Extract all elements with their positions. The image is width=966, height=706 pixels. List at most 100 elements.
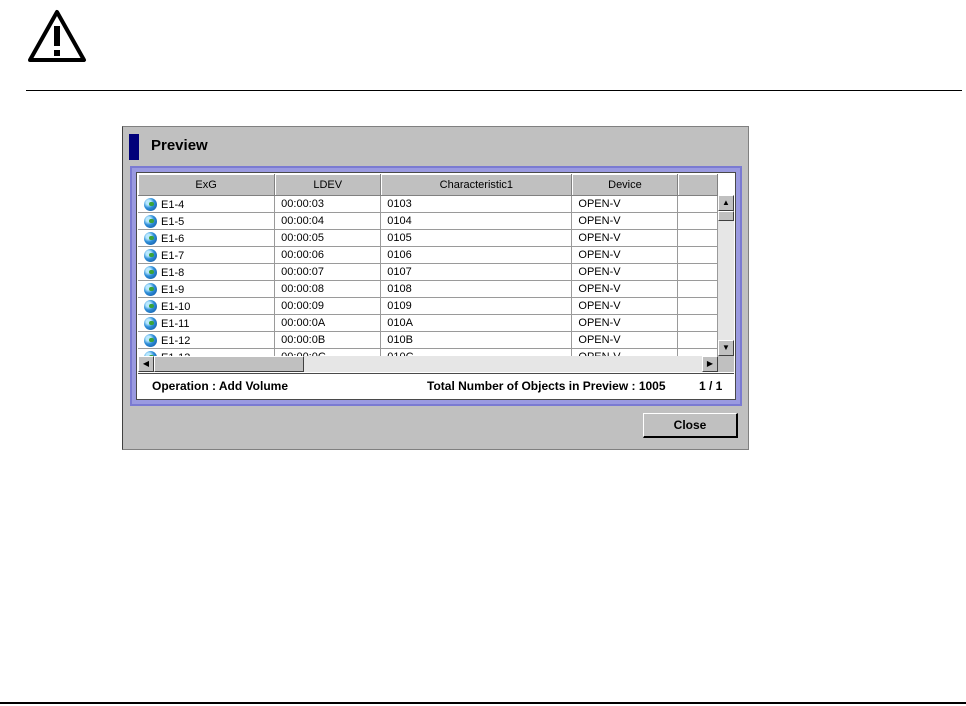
cell-device: OPEN-V [571, 331, 679, 349]
header-row: ExG LDEV Characteristic1 Device [138, 174, 718, 196]
table-row[interactable]: E1-9 00:00:08 0108 OPEN-V [138, 280, 718, 298]
globe-icon [144, 299, 157, 313]
column-header-characteristic1[interactable]: Characteristic1 [380, 174, 573, 196]
cell-exg: E1-7 [138, 246, 276, 264]
cell-characteristic1: 010A [380, 314, 573, 332]
exg-label: E1-8 [161, 266, 185, 279]
column-header-ldev[interactable]: LDEV [274, 174, 382, 196]
cell-device: OPEN-V [571, 348, 679, 356]
globe-icon [144, 265, 157, 279]
dialog-title: Preview [151, 137, 208, 154]
exg-label: E1-7 [161, 249, 185, 262]
cell-device: OPEN-V [571, 246, 679, 264]
top-rule [26, 90, 962, 91]
bottom-rule [0, 702, 966, 704]
cell-extra [677, 246, 718, 264]
exg-label: E1-4 [161, 198, 185, 211]
close-button[interactable]: Close [643, 413, 738, 438]
page-indicator: 1 / 1 [699, 379, 723, 393]
table-row[interactable]: E1-7 00:00:06 0106 OPEN-V [138, 246, 718, 264]
cell-characteristic1: 0106 [380, 246, 573, 264]
cell-device: OPEN-V [571, 229, 679, 247]
cell-ldev: 00:00:08 [274, 280, 382, 298]
cell-extra [677, 263, 718, 281]
exg-label: E1-10 [161, 300, 191, 313]
scroll-right-icon[interactable]: ▶ [702, 356, 718, 372]
cell-characteristic1: 0108 [380, 280, 573, 298]
cell-extra [677, 314, 718, 332]
cell-characteristic1: 0105 [380, 229, 573, 247]
cell-extra [677, 195, 718, 213]
exg-label: E1-12 [161, 334, 191, 347]
globe-icon [144, 248, 157, 262]
cell-ldev: 00:00:0A [274, 314, 382, 332]
column-header-device[interactable]: Device [571, 174, 679, 196]
table-row[interactable]: E1-8 00:00:07 0107 OPEN-V [138, 263, 718, 281]
cell-ldev: 00:00:04 [274, 212, 382, 230]
horizontal-scroll-thumb[interactable] [154, 356, 304, 372]
cell-exg: E1-10 [138, 297, 276, 315]
cell-ldev: 00:00:0B [274, 331, 382, 349]
preview-table: ExG LDEV Characteristic1 Device E1-4 00:0… [138, 174, 718, 356]
globe-icon [144, 214, 157, 228]
cell-device: OPEN-V [571, 195, 679, 213]
cell-extra [677, 229, 718, 247]
scroll-corner [718, 356, 734, 372]
cell-device: OPEN-V [571, 314, 679, 332]
globe-icon [144, 316, 157, 330]
cell-characteristic1: 0109 [380, 297, 573, 315]
exg-label: E1-5 [161, 215, 185, 228]
cell-characteristic1: 010C [380, 348, 573, 356]
cell-extra [677, 280, 718, 298]
cell-characteristic1: 0103 [380, 195, 573, 213]
cell-exg: E1-5 [138, 212, 276, 230]
vertical-scrollbar[interactable]: ▲ ▼ [718, 195, 734, 356]
horizontal-scrollbar[interactable]: ◀ ▶ [138, 356, 718, 372]
globe-icon [144, 231, 157, 245]
cell-device: OPEN-V [571, 280, 679, 298]
exg-label: E1-6 [161, 232, 185, 245]
cell-exg: E1-13 [138, 348, 276, 356]
cell-extra [677, 331, 718, 349]
title-accent [129, 134, 139, 160]
status-bar: Operation : Add Volume Total Number of O… [138, 373, 734, 398]
table-row[interactable]: E1-5 00:00:04 0104 OPEN-V [138, 212, 718, 230]
cell-exg: E1-11 [138, 314, 276, 332]
preview-dialog: Preview ExG LDEV Characteristic1 Device [122, 126, 749, 450]
cell-ldev: 00:00:03 [274, 195, 382, 213]
globe-icon [144, 333, 157, 347]
cell-device: OPEN-V [571, 297, 679, 315]
preview-panel: ExG LDEV Characteristic1 Device E1-4 00:0… [130, 166, 742, 406]
table-row[interactable]: E1-12 00:00:0B 010B OPEN-V [138, 331, 718, 349]
table-row[interactable]: E1-4 00:00:03 0103 OPEN-V [138, 195, 718, 213]
column-header-exg[interactable]: ExG [138, 174, 276, 196]
scroll-left-icon[interactable]: ◀ [138, 356, 154, 372]
cell-exg: E1-6 [138, 229, 276, 247]
cell-extra [677, 212, 718, 230]
table-row[interactable]: E1-11 00:00:0A 010A OPEN-V [138, 314, 718, 332]
cell-ldev: 00:00:06 [274, 246, 382, 264]
cell-exg: E1-12 [138, 331, 276, 349]
table-row[interactable]: E1-6 00:00:05 0105 OPEN-V [138, 229, 718, 247]
table-row[interactable]: E1-1300:00:0C010COPEN-V [138, 348, 718, 356]
table-row[interactable]: E1-10 00:00:09 0109 OPEN-V [138, 297, 718, 315]
total-objects-label: Total Number of Objects in Preview : 100… [427, 379, 666, 393]
cell-ldev: 00:00:07 [274, 263, 382, 281]
scroll-up-icon[interactable]: ▲ [718, 195, 734, 211]
cell-exg: E1-4 [138, 195, 276, 213]
cell-extra [677, 348, 718, 356]
cell-ldev: 00:00:0C [274, 348, 382, 356]
cell-characteristic1: 010B [380, 331, 573, 349]
table-body: E1-4 00:00:03 0103 OPEN-V E1-5 00:00:04 0104 OP… [138, 195, 718, 356]
cell-characteristic1: 0107 [380, 263, 573, 281]
operation-label: Operation : Add Volume [152, 379, 289, 393]
vertical-scroll-thumb[interactable] [718, 211, 734, 221]
scroll-down-icon[interactable]: ▼ [718, 340, 734, 356]
cell-exg: E1-8 [138, 263, 276, 281]
warning-triangle-icon [28, 10, 86, 62]
cell-characteristic1: 0104 [380, 212, 573, 230]
preview-list: ExG LDEV Characteristic1 Device E1-4 00:0… [136, 172, 736, 400]
column-header-extra[interactable] [677, 174, 718, 196]
cell-device: OPEN-V [571, 212, 679, 230]
cell-ldev: 00:00:05 [274, 229, 382, 247]
